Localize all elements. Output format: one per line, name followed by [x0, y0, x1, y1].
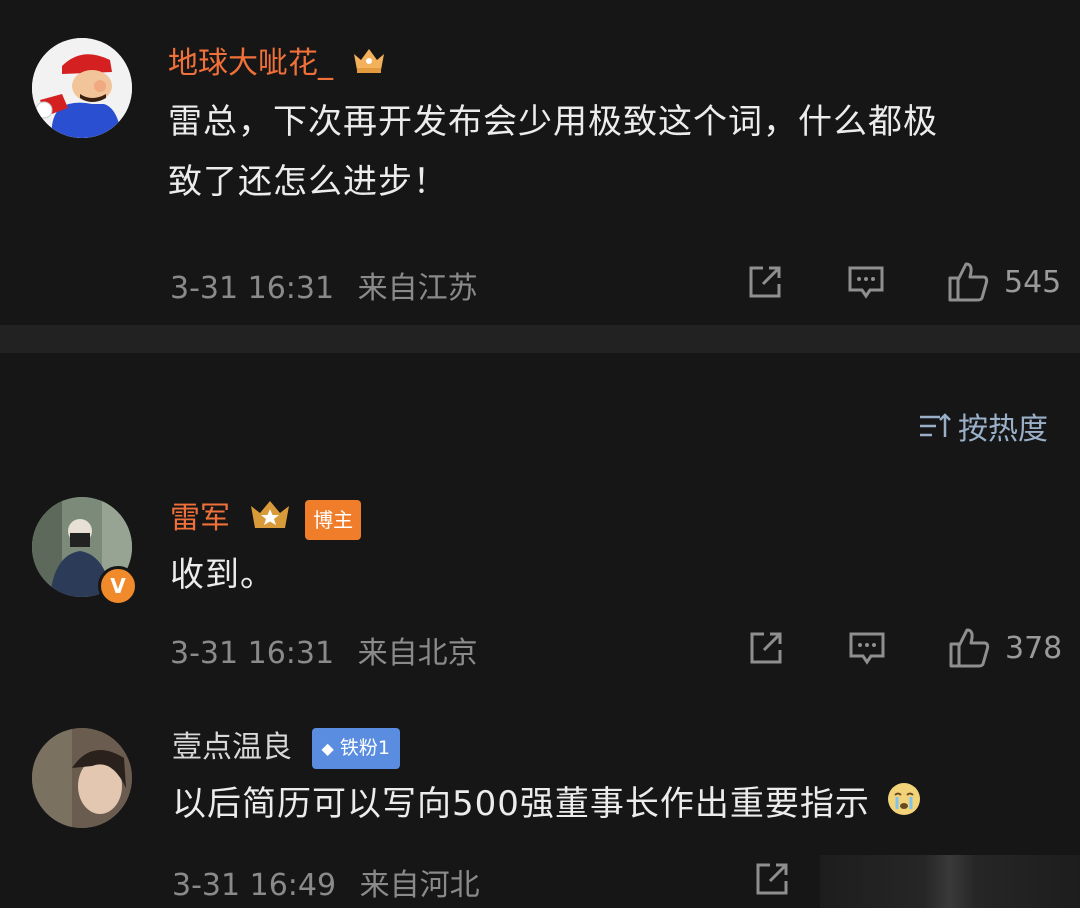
- share-icon: [756, 863, 788, 895]
- username[interactable]: 雷军 博主: [170, 498, 362, 541]
- timestamp: 3-31 16:31: [170, 271, 335, 306]
- thumbs-up-icon: [948, 262, 989, 302]
- share-button[interactable]: [752, 859, 792, 899]
- sort-label[interactable]: 按热度: [958, 404, 1048, 448]
- username[interactable]: 壹点温良 ◆ 铁粉1: [172, 728, 400, 769]
- crown-icon: [351, 44, 387, 85]
- comment-meta: 3-31 16:49 来自河北: [172, 860, 480, 904]
- timestamp: 3-31 16:49: [172, 868, 337, 903]
- crown-star-icon: [248, 498, 292, 541]
- fan-badge: ◆ 铁粉1: [311, 728, 400, 769]
- diamond-icon: ◆: [321, 739, 334, 758]
- mario-avatar-icon: [32, 38, 132, 138]
- share-button[interactable]: [746, 628, 786, 668]
- timestamp: 3-31 16:31: [170, 636, 335, 671]
- blurred-region: [820, 855, 1080, 908]
- like-button[interactable]: 545: [946, 260, 1061, 304]
- comment-text-line: 致了还怎么进步！: [168, 162, 448, 202]
- sort-lines-icon: [920, 413, 951, 437]
- like-count: 545: [1004, 264, 1062, 300]
- like-count: 378: [1005, 630, 1063, 666]
- sort-toggle[interactable]: 按热度: [918, 404, 1048, 448]
- comment-text-line: 以后简历可以写向500强董事长作出重要指示: [172, 784, 870, 824]
- comment-meta: 3-31 16:31 来自江苏: [170, 263, 478, 307]
- comment-text-line: 雷总，下次再开发布会少用极致这个词，什么都极: [168, 102, 938, 142]
- comment-meta: 3-31 16:31 来自北京: [170, 628, 478, 672]
- blogger-badge: 博主: [305, 499, 362, 540]
- comment-text: 收到。: [170, 545, 275, 605]
- reply-button[interactable]: [847, 628, 887, 668]
- reply-button[interactable]: [846, 262, 886, 302]
- share-button[interactable]: [745, 262, 785, 302]
- location: 来自河北: [359, 868, 480, 903]
- comment-icon: [848, 266, 884, 299]
- comment-text: 以后简历可以写向500强董事长作出重要指示: [172, 774, 922, 836]
- comment-text: 雷总，下次再开发布会少用极致这个词，什么都极 致了还怎么进步！: [168, 92, 938, 212]
- username[interactable]: 地球大呲花_: [168, 44, 387, 85]
- comment-icon: [849, 632, 885, 665]
- avatar[interactable]: [32, 728, 132, 828]
- crying-face-icon: [886, 776, 922, 836]
- thumbs-up-icon: [949, 628, 990, 668]
- section-divider: [0, 325, 1080, 353]
- verified-v-icon: V: [98, 566, 138, 606]
- share-icon: [749, 266, 781, 298]
- location: 来自江苏: [357, 271, 478, 306]
- comment-text-line: 收到。: [170, 555, 275, 595]
- location: 来自北京: [357, 636, 478, 671]
- username-text[interactable]: 壹点温良: [172, 730, 292, 765]
- username-text[interactable]: 地球大呲花_: [168, 46, 333, 81]
- fan-badge-label: 铁粉1: [339, 737, 390, 759]
- like-button[interactable]: 378: [947, 626, 1062, 670]
- avatar[interactable]: [32, 38, 132, 138]
- portrait-avatar-icon: [32, 728, 132, 828]
- username-text[interactable]: 雷军: [170, 501, 230, 536]
- share-icon: [750, 632, 782, 664]
